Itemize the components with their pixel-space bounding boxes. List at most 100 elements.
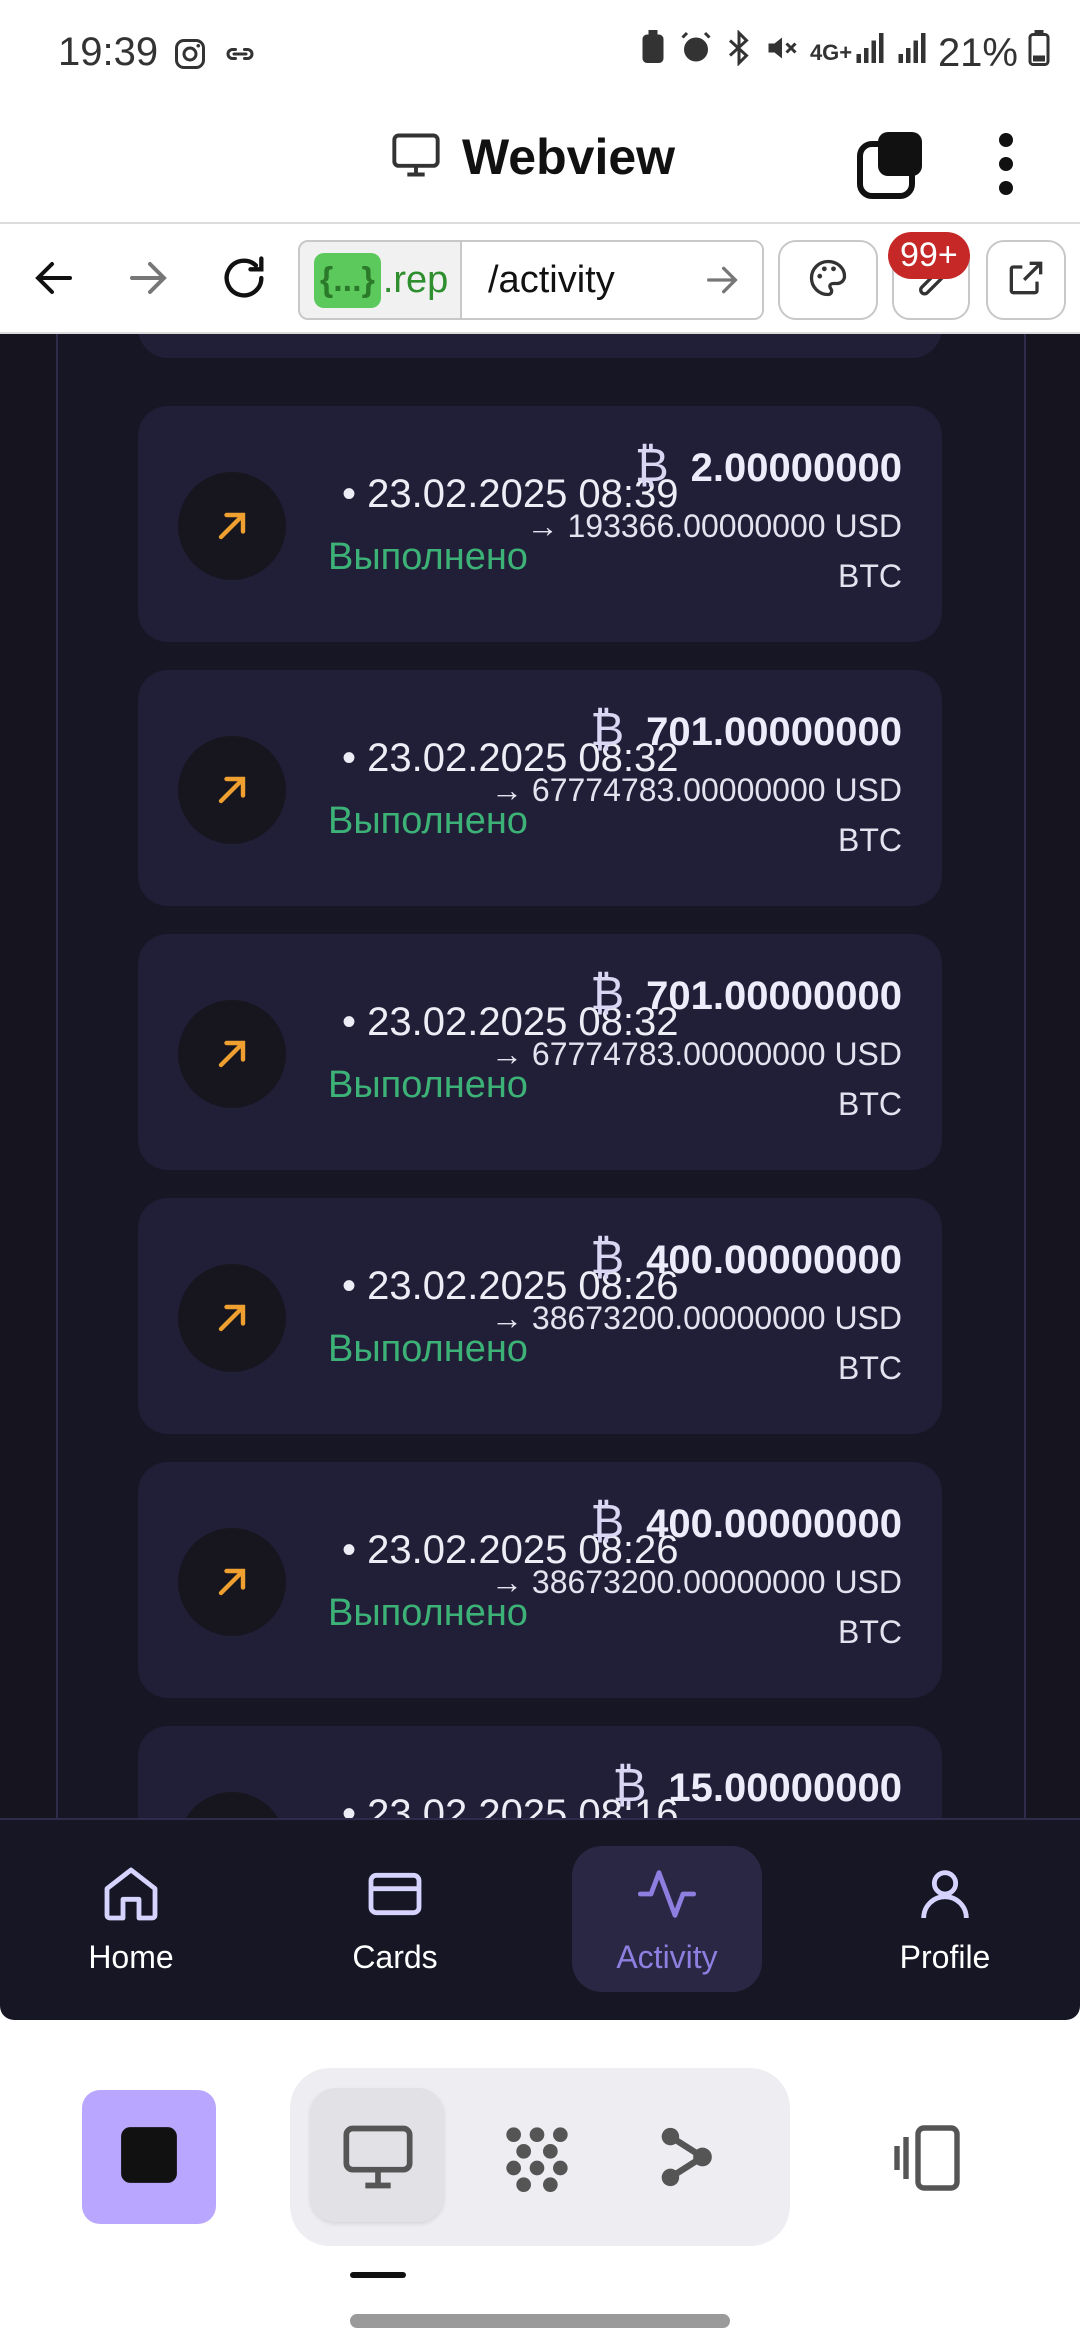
bluetooth-icon	[724, 29, 754, 76]
monitor-icon	[390, 129, 442, 186]
go-icon[interactable]	[702, 260, 742, 305]
bitcoin-symbol: ₿	[612, 1759, 647, 1811]
palette-button[interactable]	[778, 240, 878, 320]
link-icon	[222, 36, 258, 77]
amount-value: 400.00000000	[646, 1238, 902, 1282]
open-external-button[interactable]	[986, 240, 1066, 320]
url-host-section[interactable]: {...} .rep	[300, 242, 460, 318]
outgoing-arrow-icon	[178, 1000, 286, 1108]
bitcoin-symbol: ₿	[590, 967, 625, 1019]
url-path-field[interactable]: /activity	[460, 242, 762, 318]
reload-icon	[218, 252, 270, 309]
status-right: 4G+ 21%	[638, 29, 1050, 76]
nav-profile-label: Profile	[899, 1939, 991, 1975]
forward-icon	[124, 254, 172, 307]
outgoing-arrow-icon	[178, 1528, 286, 1636]
amount-value: 2.00000000	[690, 446, 902, 490]
transaction-card[interactable]: • 23.02.2025 08:26 Выполнено ₿ 400.00000000…	[138, 1198, 942, 1434]
transaction-card-partial[interactable]	[138, 334, 942, 358]
url-bar[interactable]: {...} .rep /activity	[298, 240, 764, 320]
transaction-conversion: → 193366.00000000 USD	[526, 508, 902, 544]
amount-value: 701.00000000	[646, 710, 902, 754]
open-external-icon	[1004, 256, 1048, 305]
back-icon	[30, 254, 78, 307]
outgoing-arrow-icon	[178, 472, 286, 580]
more-vert-icon[interactable]	[976, 124, 1036, 204]
profile-icon	[913, 1862, 977, 1931]
page-indicator	[350, 2272, 406, 2278]
transaction-amount: ₿ 701.00000000	[590, 703, 902, 755]
transaction-currency: BTC	[838, 822, 902, 858]
share-node-icon[interactable]	[650, 2122, 720, 2197]
transaction-card[interactable]: • 23.02.2025 08:39 Выполнено ₿ 2.00000000 → …	[138, 406, 942, 642]
amount-value: 400.00000000	[646, 1502, 902, 1546]
forward-button[interactable]	[108, 240, 188, 320]
bitcoin-symbol: ₿	[634, 439, 669, 491]
graph-icon[interactable]	[494, 2118, 580, 2203]
nav-home[interactable]: Home	[36, 1846, 226, 1992]
transaction-amount: ₿ 400.00000000	[590, 1495, 902, 1547]
transaction-amount: ₿ 15.00000000	[612, 1759, 902, 1811]
bottom-navigation: Home Cards Activity Profile	[0, 1818, 1080, 2020]
view-mode-switcher	[290, 2068, 790, 2246]
status-bar: 19:39 4G+ 21%	[0, 0, 1080, 110]
app-title-group: Webview	[390, 128, 675, 186]
transaction-conversion: → 67774783.00000000 USD	[491, 1036, 902, 1072]
nav-cards[interactable]: Cards	[300, 1846, 490, 1992]
bottom-tools	[0, 2020, 1080, 2340]
battery-percent: 21%	[937, 30, 1018, 75]
stop-button[interactable]	[82, 2090, 216, 2224]
app-title: Webview	[462, 129, 676, 185]
transaction-card[interactable]: • 23.02.2025 08:32 Выполнено ₿ 701.00000000…	[138, 670, 942, 906]
transaction-status: Выполнено	[328, 536, 528, 578]
stop-icon	[118, 2124, 180, 2191]
url-host: .rep	[382, 258, 449, 301]
nav-cards-label: Cards	[352, 1939, 438, 1975]
signal-icon	[896, 30, 928, 76]
app-bar: Webview	[0, 110, 1080, 222]
nav-activity[interactable]: Activity	[572, 1846, 762, 1992]
alarm-icon	[678, 30, 714, 76]
bitcoin-symbol: ₿	[590, 1231, 625, 1283]
activity-icon	[635, 1862, 699, 1931]
outgoing-arrow-icon	[178, 736, 286, 844]
webview-content[interactable]: • 23.02.2025 08:39 Выполнено ₿ 2.00000000 → …	[0, 334, 1080, 1818]
home-indicator[interactable]	[350, 2314, 730, 2328]
transaction-amount: ₿ 2.00000000	[635, 439, 902, 491]
outgoing-arrow-icon	[178, 1792, 286, 1818]
battery-icon	[1028, 30, 1050, 76]
reload-button[interactable]	[204, 240, 284, 320]
transaction-amount: ₿ 701.00000000	[590, 967, 902, 1019]
tabs-icon[interactable]	[850, 124, 930, 204]
transaction-currency: BTC	[838, 1086, 902, 1122]
nav-profile[interactable]: Profile	[850, 1846, 1040, 1992]
mute-icon	[764, 30, 800, 76]
transaction-currency: BTC	[838, 1350, 902, 1386]
home-icon	[99, 1862, 163, 1931]
transaction-card[interactable]: • 23.02.2025 08:26 Выполнено ₿ 400.00000000…	[138, 1462, 942, 1698]
battery-saver-icon	[638, 30, 668, 76]
transaction-conversion: → 38673200.00000000 USD	[491, 1300, 902, 1336]
url-path: /activity	[488, 258, 615, 301]
status-left-icons	[172, 36, 258, 77]
nav-home-label: Home	[88, 1939, 174, 1975]
nav-activity-label: Activity	[616, 1939, 718, 1975]
back-button[interactable]	[14, 240, 94, 320]
split-view-icon[interactable]	[890, 2122, 970, 2199]
transaction-card[interactable]: • 23.02.2025 08:32 Выполнено ₿ 701.00000000…	[138, 934, 942, 1170]
outgoing-arrow-icon	[178, 1264, 286, 1372]
transaction-currency: BTC	[838, 1614, 902, 1650]
network-type: 4G+	[809, 40, 853, 65]
bitcoin-symbol: ₿	[590, 1495, 625, 1547]
url-chip: {...}	[314, 252, 381, 308]
transaction-conversion: → 67774783.00000000 USD	[491, 772, 902, 808]
amount-value: 15.00000000	[668, 1766, 902, 1810]
transaction-card[interactable]: • 23.02.2025 08:16 ₿ 15.00000000	[138, 1726, 942, 1818]
transaction-currency: BTC	[838, 558, 902, 594]
instagram-icon	[172, 36, 208, 77]
status-time: 19:39	[58, 30, 159, 74]
amount-value: 701.00000000	[646, 974, 902, 1018]
transaction-amount: ₿ 400.00000000	[590, 1231, 902, 1283]
monitor-icon	[340, 2122, 416, 2197]
bitcoin-symbol: ₿	[590, 703, 625, 755]
